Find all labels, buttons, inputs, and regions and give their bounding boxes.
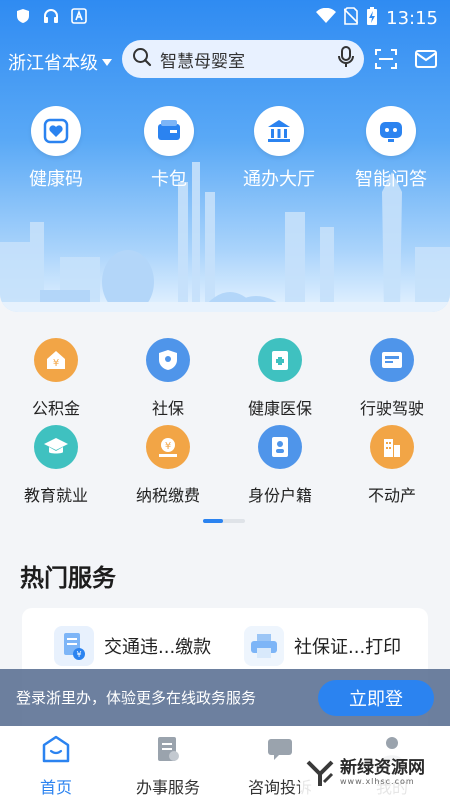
consult-icon	[265, 734, 295, 764]
watermark-text: 新绿资源网	[340, 758, 425, 778]
login-button[interactable]: 立即登	[318, 680, 434, 716]
login-prompt-text: 登录浙里办，体验更多在线政务服务	[16, 689, 257, 707]
quick-action-smart-qa[interactable]: 智能问答	[336, 106, 446, 191]
quick-actions: 健康码 卡包 通办大厅 智能问答	[0, 106, 450, 196]
health-code-icon	[31, 106, 81, 156]
wifi-icon	[316, 7, 337, 29]
login-prompt-bar: 登录浙里办，体验更多在线政务服务 立即登	[0, 669, 450, 726]
service-tax-payment[interactable]: ¥ 纳税缴费	[112, 425, 224, 506]
hot-service-traffic-fine[interactable]: ¥ 交通违...缴款	[54, 626, 211, 666]
service-real-estate[interactable]: 不动产	[336, 425, 448, 506]
social-security-icon	[146, 338, 190, 382]
search-placeholder: 智慧母婴室	[160, 51, 245, 72]
real-estate-icon	[370, 425, 414, 469]
status-bar: 13:15	[0, 0, 450, 34]
quick-action-health-code[interactable]: 健康码	[1, 106, 111, 191]
quick-action-card-wallet[interactable]: 卡包	[114, 106, 224, 191]
site-watermark: 新绿资源网 www.xlhsc.com	[300, 750, 430, 796]
service-id-registry[interactable]: 身份户籍	[224, 425, 336, 506]
service-hall-icon	[254, 106, 304, 156]
quick-action-service-hall[interactable]: 通办大厅	[224, 106, 334, 191]
service-education[interactable]: 教育就业	[0, 425, 112, 506]
home-icon	[41, 734, 71, 764]
education-icon	[34, 425, 78, 469]
header-banner: 13:15 浙江省本级 智慧母婴室 健康码 卡包 通办大厅 智能问答	[0, 0, 450, 312]
id-card-icon	[258, 425, 302, 469]
hot-service-print[interactable]: 社保证...打印	[244, 626, 401, 666]
service-grid: ¥ 公积金 社保 健康医保 行驶驾驶 教育就业 ¥ 纳税缴费 身份户籍 不动产	[0, 330, 450, 510]
driving-license-icon	[370, 338, 414, 382]
search-bar[interactable]: 智慧母婴室	[122, 40, 364, 78]
no-sim-icon	[343, 7, 359, 30]
service-housing-fund[interactable]: ¥ 公积金	[0, 338, 112, 419]
microphone-icon[interactable]	[338, 46, 354, 72]
shield-icon	[14, 7, 32, 25]
card-wallet-icon	[144, 106, 194, 156]
page-indicator	[203, 519, 245, 523]
region-selector[interactable]: 浙江省本级	[8, 49, 112, 75]
caret-down-icon	[102, 58, 112, 66]
printer-icon	[244, 626, 284, 666]
service-social-security[interactable]: 社保	[112, 338, 224, 419]
clock: 13:15	[386, 8, 438, 29]
nav-home[interactable]: 首页	[0, 734, 112, 798]
traffic-fine-icon: ¥	[54, 626, 94, 666]
headset-icon	[42, 7, 60, 25]
watermark-url: www.xlhsc.com	[340, 777, 415, 786]
robot-icon	[366, 106, 416, 156]
search-icon	[132, 47, 152, 71]
top-bar: 浙江省本级 智慧母婴室	[0, 40, 450, 80]
scan-icon[interactable]	[373, 46, 399, 72]
nav-services[interactable]: 办事服务	[112, 734, 224, 798]
service-icon	[153, 734, 183, 764]
service-medical-insurance[interactable]: 健康医保	[224, 338, 336, 419]
watermark-logo-icon	[306, 760, 334, 786]
page-indicator-active	[203, 519, 223, 523]
medical-insurance-icon	[258, 338, 302, 382]
housing-fund-icon: ¥	[34, 338, 78, 382]
service-driving[interactable]: 行驶驾驶	[336, 338, 448, 419]
battery-charging-icon	[366, 6, 378, 31]
svg-text:¥: ¥	[76, 650, 81, 659]
app-notification-icon	[70, 7, 88, 25]
message-icon[interactable]	[413, 46, 439, 72]
hot-services-title: 热门服务	[20, 564, 116, 592]
svg-text:¥: ¥	[165, 441, 171, 452]
svg-text:¥: ¥	[53, 358, 59, 369]
region-label: 浙江省本级	[8, 53, 98, 74]
tax-payment-icon: ¥	[146, 425, 190, 469]
